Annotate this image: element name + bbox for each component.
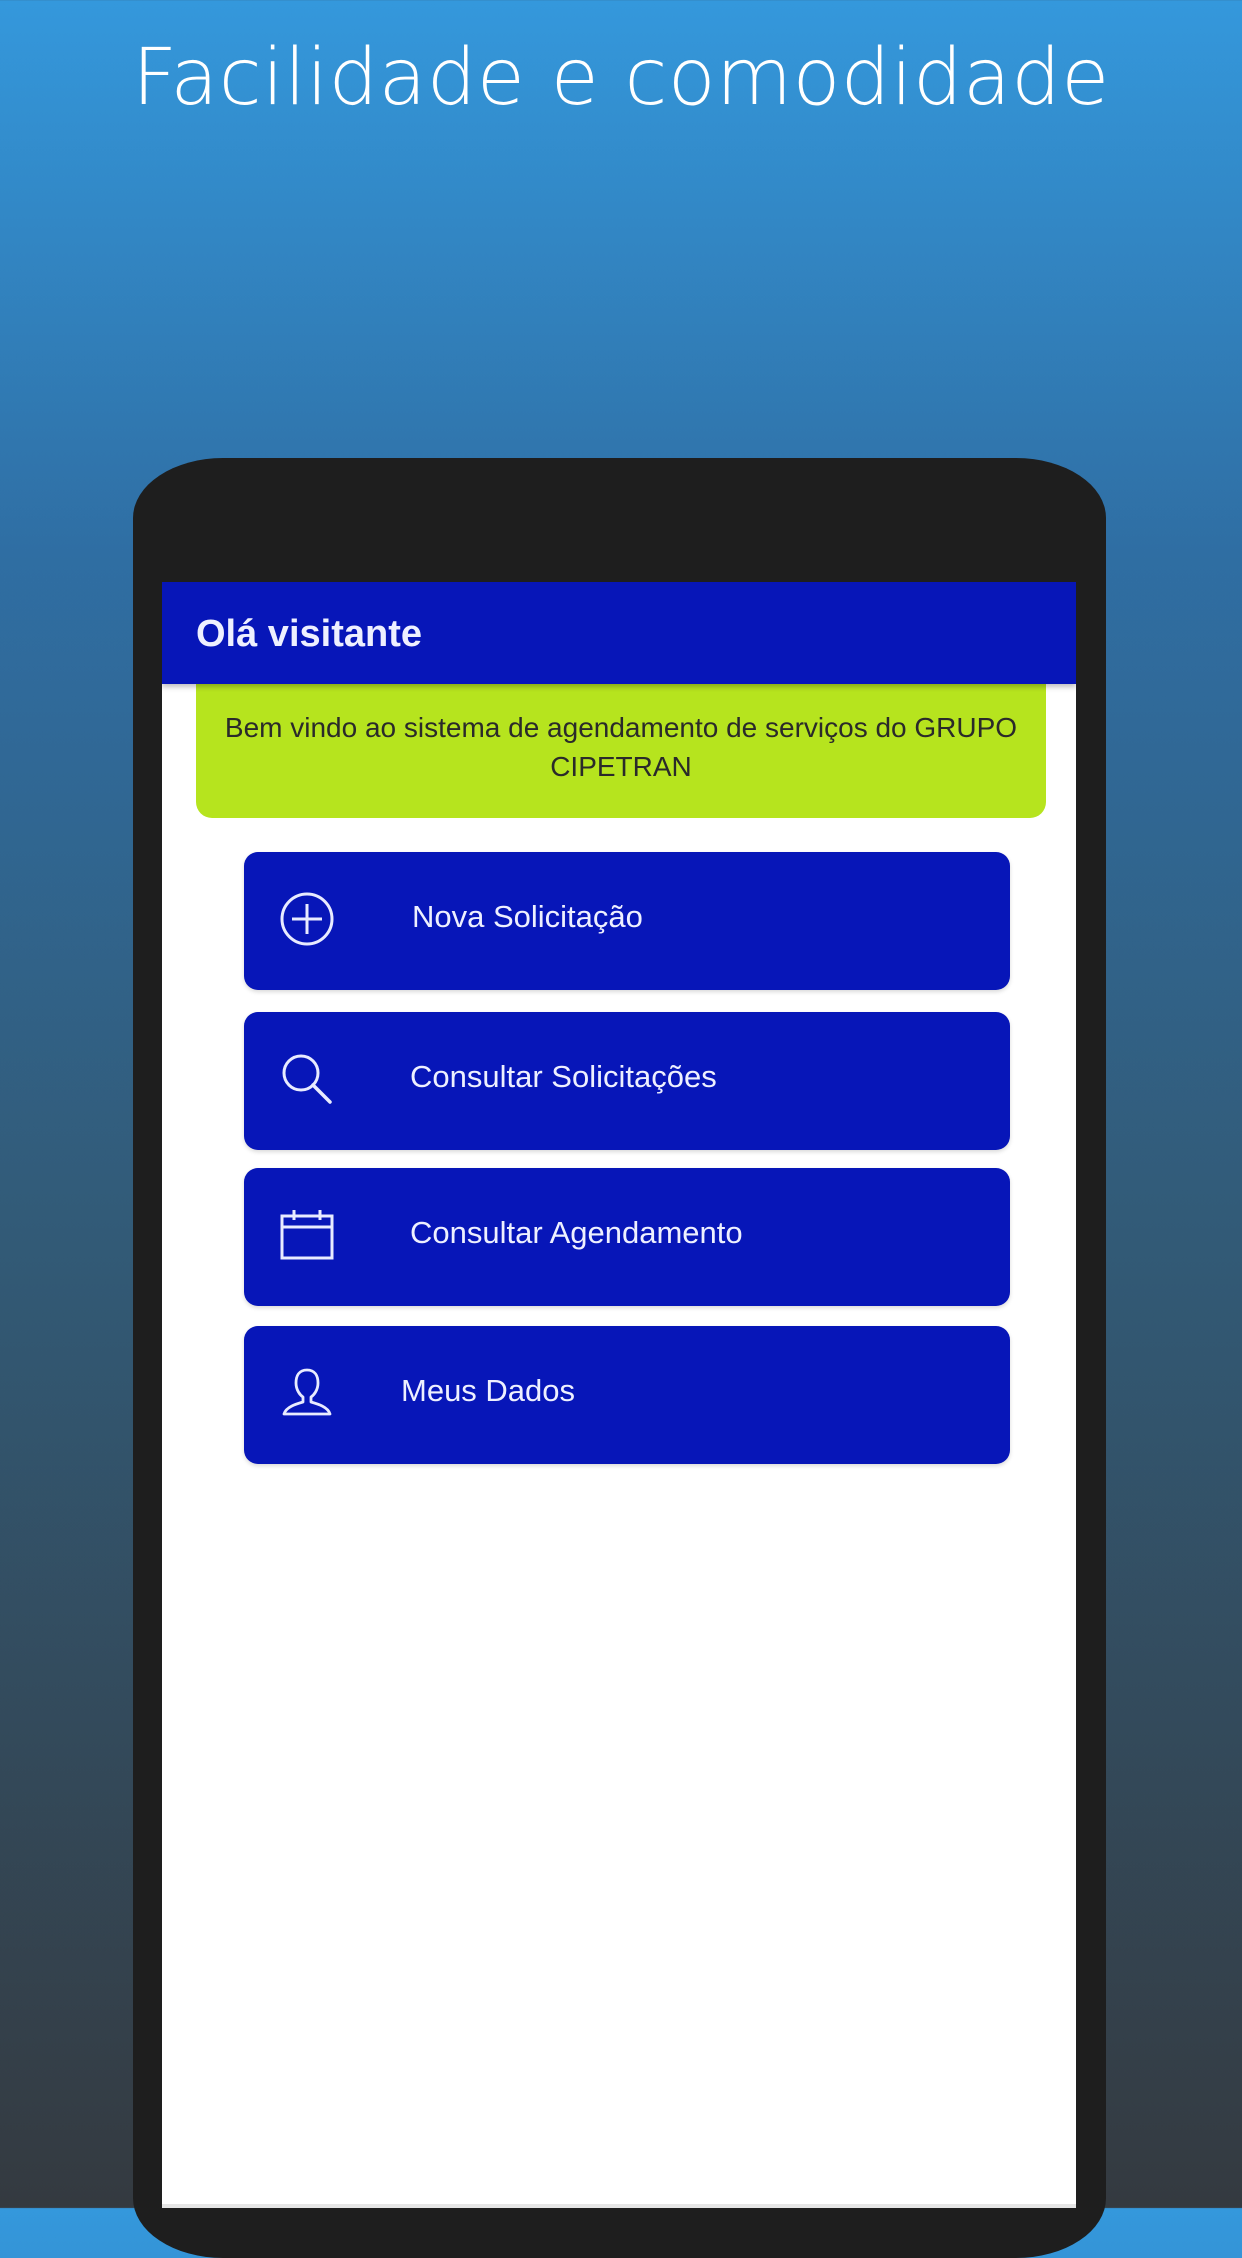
app-bar-title: Olá visitante — [196, 613, 422, 655]
new-request-label: Nova Solicitação — [412, 899, 643, 934]
my-data-button[interactable]: Meus Dados — [244, 1326, 1010, 1464]
promo-headline: Facilidade e comodidade — [132, 33, 1110, 123]
my-data-label: Meus Dados — [401, 1373, 576, 1408]
calendar-icon — [278, 1206, 336, 1264]
check-requests-label: Consultar Solicitações — [410, 1059, 717, 1094]
welcome-message: Bem vindo ao sistema de agendamento de s… — [224, 712, 1018, 782]
phone-screen: Olá visitante Bem vindo ao sistema de ag… — [162, 582, 1076, 2208]
new-request-button[interactable]: Nova Solicitação — [244, 852, 1010, 990]
welcome-banner: Bem vindo ao sistema de agendamento de s… — [196, 682, 1046, 818]
check-requests-button[interactable]: Consultar Solicitações — [244, 1012, 1010, 1150]
app-bar: Olá visitante — [162, 582, 1076, 684]
user-icon — [278, 1364, 336, 1422]
check-appointment-label: Consultar Agendamento — [410, 1215, 743, 1250]
screen-bottom-divider — [162, 2204, 1076, 2208]
check-appointment-button[interactable]: Consultar Agendamento — [244, 1168, 1010, 1306]
plus-circle-icon — [278, 890, 336, 948]
search-icon — [278, 1050, 336, 1108]
